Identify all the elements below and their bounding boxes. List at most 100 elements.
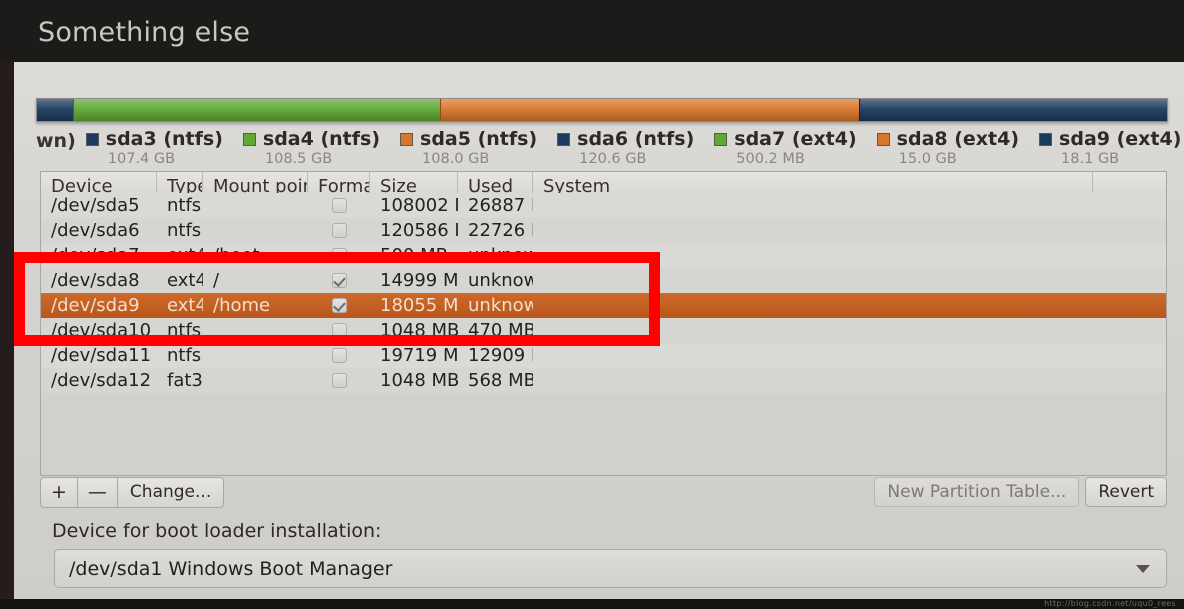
table-cell-used: unknown [468, 270, 533, 291]
legend-item-size: 18.1 GB [1061, 151, 1120, 167]
table-cell-device: /dev/sda6 [51, 220, 140, 241]
bootloader-device-select[interactable]: /dev/sda1 Windows Boot Manager [54, 549, 1167, 588]
legend-color-swatch-icon [714, 132, 728, 146]
watermark-text: http://blog.csdn.net/uqu0_rees [1044, 599, 1176, 608]
format-checkbox-cell[interactable] [308, 373, 370, 388]
table-cell-device: /dev/sda11 [51, 345, 152, 366]
legend-item-label: sda6 (ntfs) [577, 128, 695, 150]
legend-item-label: sda4 (ntfs) [262, 128, 381, 150]
checkbox-checked-icon[interactable] [331, 248, 347, 263]
legend-color-swatch-icon [1039, 132, 1053, 146]
remove-partition-button[interactable]: — [76, 477, 118, 508]
checkbox-unchecked-icon[interactable] [331, 348, 347, 363]
table-cell-type: ntfs [167, 345, 202, 366]
legend-item-size: 108.0 GB [422, 151, 490, 167]
table-cell-size: 500 MB [380, 245, 448, 266]
table-cell-used: 26887 MB [468, 195, 533, 216]
window-bezel-bottom [0, 599, 1184, 609]
table-row[interactable]: /dev/sda11 ntfs 19719 MB 12909 MB [41, 343, 1166, 368]
legend-item-size: 15.0 GB [898, 151, 957, 167]
partition-table[interactable]: DeviceTypeMount pointFormat?SizeUsedSyst… [40, 171, 1167, 476]
legend-item: sda9 (ext4) 18.1 GB [1039, 128, 1181, 167]
table-row[interactable]: /dev/sda12 fat32 1048 MB 568 MB [41, 368, 1166, 393]
checkbox-unchecked-icon[interactable] [331, 323, 347, 338]
new-partition-table-button[interactable]: New Partition Table... [874, 477, 1080, 508]
bootloader-device-value: /dev/sda1 Windows Boot Manager [69, 557, 393, 580]
table-cell-size: 1048 MB [380, 370, 458, 391]
legend-item: sda7 (ext4) 500.2 MB [714, 128, 857, 167]
table-cell-type: ext4 [167, 270, 203, 291]
table-cell-used: 12909 MB [468, 345, 533, 366]
table-row[interactable]: /dev/sda7 ext4/boot 500 MB unknown [41, 243, 1166, 268]
chevron-down-icon [1136, 564, 1150, 573]
legend-color-swatch-icon [557, 132, 571, 146]
table-row[interactable]: /dev/sda10 ntfs 1048 MB 470 MB [41, 318, 1166, 343]
legend-item-size: 108.5 GB [264, 151, 333, 167]
partition-bar-container [36, 98, 1168, 122]
partition-bar-segment [440, 99, 859, 121]
legend-item-label: sda7 (ext4) [734, 128, 857, 150]
add-partition-button[interactable]: + [40, 477, 78, 508]
legend-item-header: sda3 (ntfs) [85, 128, 223, 150]
table-cell-mount: / [213, 270, 220, 291]
table-cell-type: ntfs [167, 320, 202, 341]
table-cell-mount: /boot [213, 245, 260, 266]
partition-table-buttons: New Partition Table... Revert [874, 477, 1167, 508]
legend-item-header: sda9 (ext4) [1039, 128, 1181, 150]
table-cell-device: /dev/sda9 [51, 295, 140, 316]
table-cell-size: 1048 MB [380, 320, 458, 341]
partition-toolbar: + — Change... New Partition Table... Rev… [40, 477, 1167, 513]
table-row[interactable]: /dev/sda5 ntfs 108002 MB 26887 MB [41, 193, 1166, 218]
format-checkbox-cell[interactable] [308, 223, 370, 238]
screen: Something else wn) sda3 (ntfs) 107.4 GB sd… [0, 0, 1184, 609]
table-cell-used: unknown [468, 245, 533, 266]
format-checkbox-cell[interactable] [308, 323, 370, 338]
checkbox-checked-icon[interactable] [331, 273, 347, 288]
partition-edit-buttons: + — Change... [40, 477, 225, 508]
revert-button[interactable]: Revert [1085, 477, 1167, 508]
legend-item-header: sda6 (ntfs) [557, 128, 694, 150]
table-body[interactable]: /dev/sda5 ntfs 108002 MB 26887 MB/dev/sda6 n… [41, 193, 1166, 393]
legend-item: sda4 (ntfs) 108.5 GB [242, 128, 381, 167]
page-title: Something else [38, 17, 251, 48]
table-cell-size: 19719 MB [380, 345, 458, 366]
checkbox-unchecked-icon[interactable] [331, 223, 347, 238]
format-checkbox-cell[interactable] [308, 198, 370, 213]
legend-item: sda3 (ntfs) 107.4 GB [85, 128, 223, 167]
table-row[interactable]: /dev/sda6 ntfs 120586 MB 22726 MB [41, 218, 1166, 243]
checkbox-unchecked-icon[interactable] [331, 373, 347, 388]
table-row[interactable]: /dev/sda9 ext4/home 18055 MB unknown [41, 293, 1166, 318]
format-checkbox-cell[interactable] [308, 248, 370, 263]
legend-item-label: sda3 (ntfs) [105, 128, 223, 150]
table-cell-size: 120586 MB [380, 220, 458, 241]
table-cell-device: /dev/sda10 [51, 320, 152, 341]
format-checkbox-cell[interactable] [308, 298, 370, 313]
table-cell-mount: /home [213, 295, 271, 316]
checkbox-unchecked-icon[interactable] [331, 198, 347, 213]
table-cell-used: 470 MB [468, 320, 533, 341]
partition-bar-segment [73, 99, 441, 121]
window-bezel-left [0, 62, 14, 609]
table-cell-used: 568 MB [468, 370, 533, 391]
checkbox-checked-icon[interactable] [331, 298, 347, 313]
partition-bar-segment [858, 99, 1167, 121]
legend-color-swatch-icon [242, 132, 256, 146]
legend-color-swatch-icon [400, 132, 414, 146]
table-cell-used: unknown [468, 295, 533, 316]
table-cell-size: 108002 MB [380, 195, 458, 216]
table-row[interactable]: /dev/sda8 ext4 / 14999 MB unknown [41, 268, 1166, 293]
table-cell-type: ext4 [167, 245, 203, 266]
format-checkbox-cell[interactable] [308, 273, 370, 288]
installer-dialog: wn) sda3 (ntfs) 107.4 GB sda4 (ntfs) 108.5 … [14, 62, 1184, 609]
legend-item-label: sda5 (ntfs) [420, 128, 538, 150]
partition-legend: wn) sda3 (ntfs) 107.4 GB sda4 (ntfs) 108.5 … [36, 128, 1181, 170]
change-partition-button[interactable]: Change... [116, 477, 225, 508]
legend-item: sda6 (ntfs) 120.6 GB [557, 128, 694, 167]
format-checkbox-cell[interactable] [308, 348, 370, 363]
table-cell-used: 22726 MB [468, 220, 533, 241]
legend-prefix-text: wn) [36, 130, 76, 152]
legend-item: sda5 (ntfs) 108.0 GB [400, 128, 537, 167]
legend-item-size: 500.2 MB [736, 151, 805, 167]
legend-item-header: sda7 (ext4) [714, 128, 857, 150]
legend-item-size: 120.6 GB [579, 151, 647, 167]
